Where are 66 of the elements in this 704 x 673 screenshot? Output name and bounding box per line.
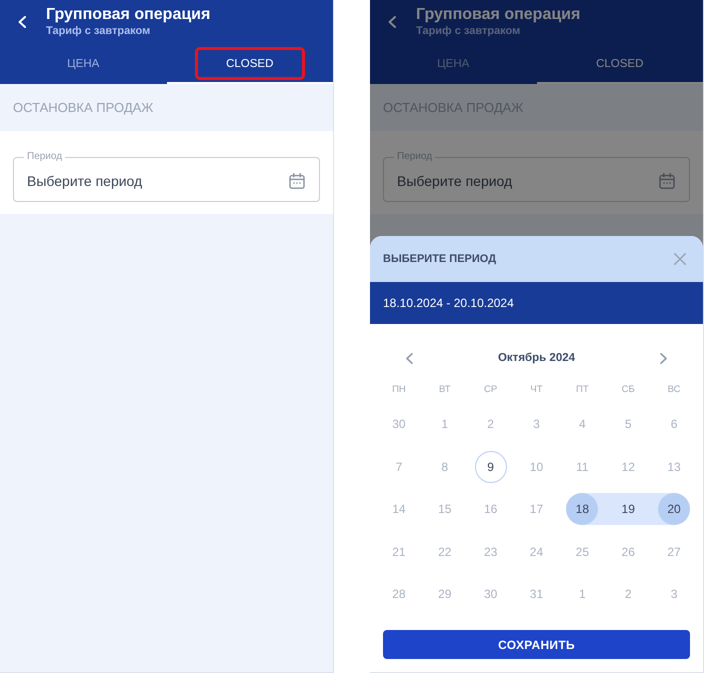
- calendar-day[interactable]: 19: [612, 493, 644, 526]
- back-icon[interactable]: [18, 16, 26, 28]
- calendar-day[interactable]: 21: [382, 536, 415, 568]
- tab[interactable]: ЦЕНА: [370, 46, 536, 84]
- calendar-day[interactable]: 5: [612, 408, 644, 440]
- tab[interactable]: ЦЕНА: [0, 46, 166, 84]
- calendar-day[interactable]: 1: [566, 578, 598, 610]
- screen-subtitle: Тариф с завтраком: [46, 24, 152, 38]
- tab[interactable]: CLOSED: [536, 46, 703, 84]
- period-field[interactable]: Период Выберите период: [13, 151, 320, 202]
- chevron-left-icon[interactable]: [406, 352, 413, 364]
- field-label: Период: [26, 151, 64, 163]
- calendar-day[interactable]: 28: [382, 578, 415, 610]
- calendar-day[interactable]: 17: [520, 493, 552, 526]
- calendar-day[interactable]: 6: [658, 408, 690, 440]
- calendar-day[interactable]: 20: [658, 493, 690, 526]
- calendar-day[interactable]: 8: [428, 450, 461, 483]
- back-icon[interactable]: [388, 16, 396, 28]
- calendar-day[interactable]: 9: [474, 450, 507, 483]
- calendar-day[interactable]: 3: [658, 578, 690, 610]
- sheet-title: ВЫБЕРИТЕ ПЕРИОД: [383, 253, 496, 265]
- screen-title: Групповая операция: [416, 5, 580, 24]
- screen-title: Групповая операция: [46, 5, 210, 24]
- calendar-day[interactable]: 2: [474, 408, 507, 440]
- tab[interactable]: CLOSED: [166, 46, 333, 84]
- calendar-day[interactable]: 4: [566, 408, 598, 440]
- calendar-day[interactable]: 27: [658, 536, 690, 568]
- period-input[interactable]: Выберите период: [24, 172, 289, 188]
- weekday-label: ВТ: [439, 384, 451, 394]
- calendar-day[interactable]: 26: [612, 536, 644, 568]
- calendar-day[interactable]: 13: [658, 450, 690, 483]
- screen-subtitle: Тариф с завтраком: [416, 24, 522, 38]
- close-icon[interactable]: [674, 253, 686, 265]
- weekday-label: ПТ: [576, 384, 589, 394]
- calendar-day[interactable]: 31: [520, 578, 552, 610]
- calendar-day[interactable]: 3: [520, 408, 552, 440]
- weekday-label: СР: [484, 384, 498, 394]
- calendar-day[interactable]: 10: [520, 450, 552, 483]
- calendar-day[interactable]: 1: [428, 408, 461, 440]
- weekday-label: ПН: [392, 384, 406, 394]
- calendar-day[interactable]: 16: [474, 493, 507, 526]
- save-button[interactable]: СОХРАНИТЬ: [383, 630, 690, 659]
- weekday-label: СБ: [622, 384, 635, 394]
- weekday-label: ВС: [668, 384, 681, 394]
- calendar-day[interactable]: 30: [382, 408, 415, 440]
- period-input[interactable]: Выберите период: [394, 172, 659, 188]
- calendar-day[interactable]: 25: [566, 536, 598, 568]
- calendar-icon[interactable]: [289, 172, 305, 188]
- calendar-day[interactable]: 11: [566, 450, 598, 483]
- calendar-day[interactable]: 18: [566, 493, 598, 526]
- calendar-day[interactable]: 2: [612, 578, 644, 610]
- month-title: Октябрь 2024: [498, 352, 576, 364]
- weekday-label: ЧТ: [530, 384, 543, 394]
- range-text: 18.10.2024 - 20.10.2024: [383, 296, 514, 310]
- chevron-right-icon[interactable]: [660, 352, 667, 364]
- calendar-day[interactable]: 7: [382, 450, 415, 483]
- calendar-day[interactable]: 15: [428, 493, 461, 526]
- calendar-icon[interactable]: [659, 172, 675, 188]
- calendar-day[interactable]: 29: [428, 578, 461, 610]
- section-title: ОСТАНОВКА ПРОДАЖ: [13, 100, 154, 115]
- calendar-day[interactable]: 30: [474, 578, 507, 610]
- calendar-day[interactable]: 23: [474, 536, 507, 568]
- calendar-day[interactable]: 12: [612, 450, 644, 483]
- calendar-day[interactable]: 14: [382, 493, 415, 526]
- calendar-day[interactable]: 22: [428, 536, 461, 568]
- calendar-day[interactable]: 24: [520, 536, 552, 568]
